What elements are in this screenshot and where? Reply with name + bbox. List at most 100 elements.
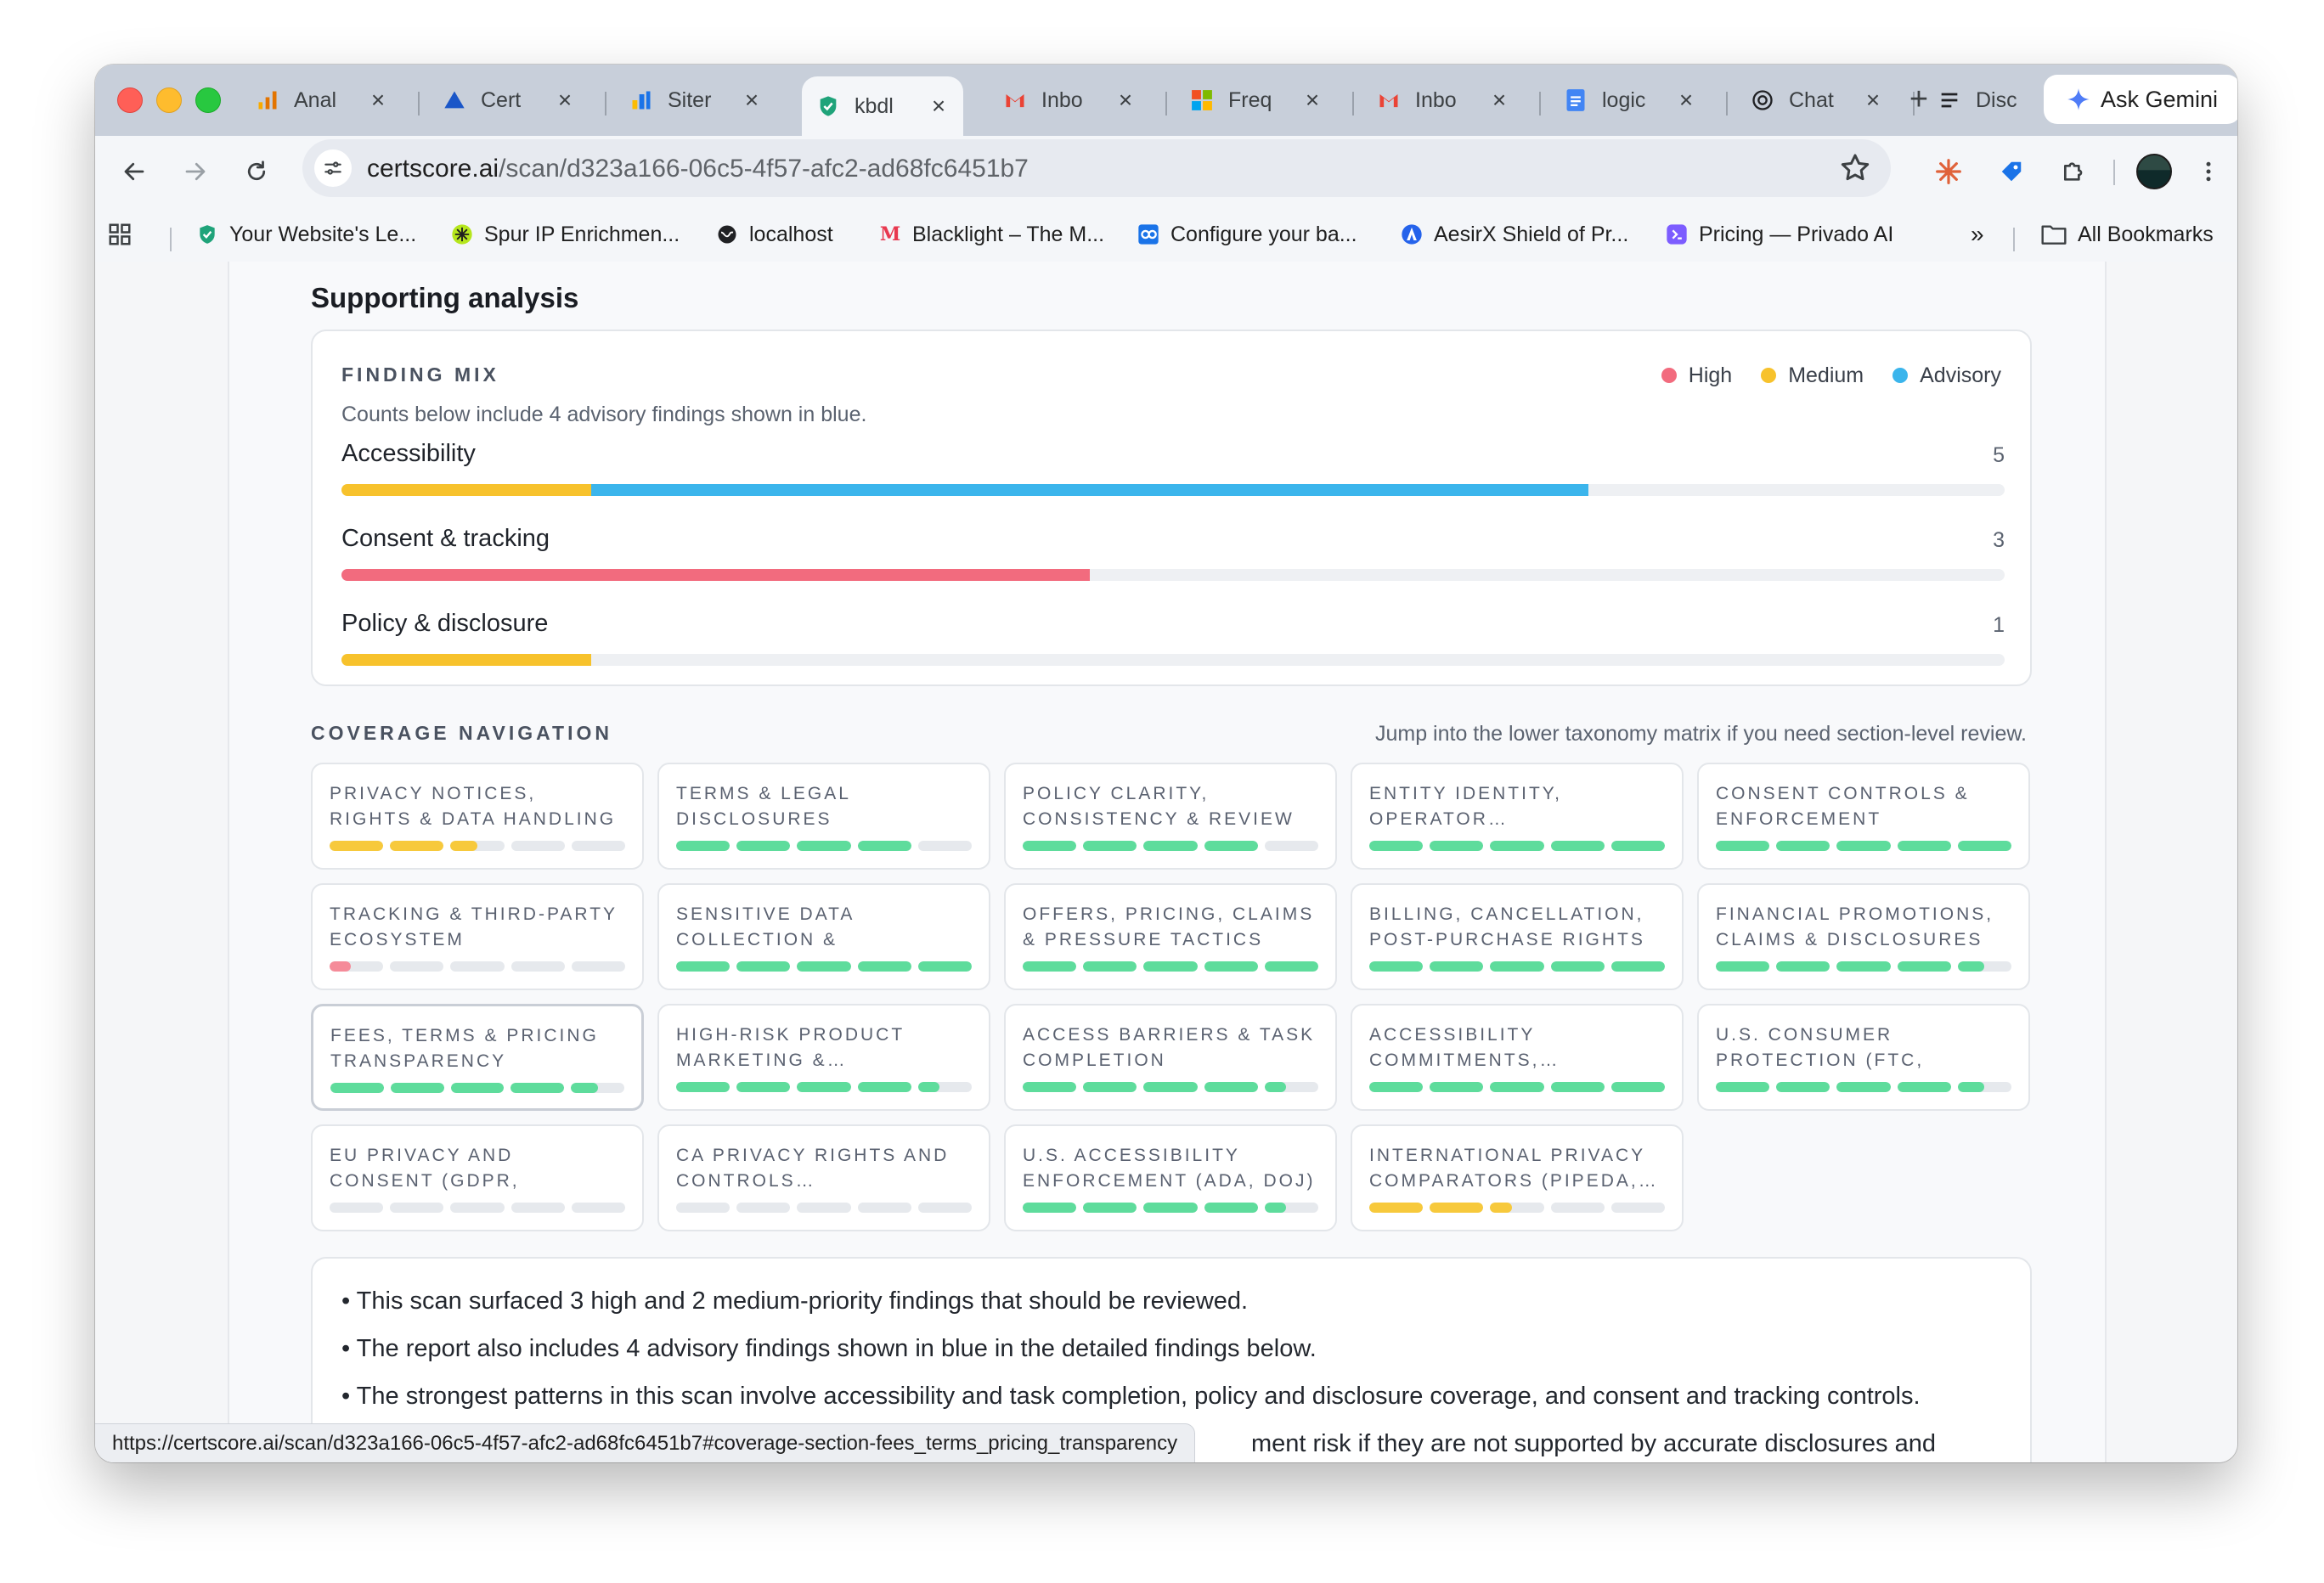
- progress-pip: [1143, 961, 1198, 972]
- bookmark-item[interactable]: Pricing — Privado AI: [1665, 219, 1893, 250]
- back-button[interactable]: [116, 153, 153, 190]
- bar-segment-medium: [341, 654, 591, 666]
- apps-button[interactable]: [107, 219, 133, 250]
- coverage-tile-label: POLICY CLARITY, CONSISTENCY & REVIEW: [1023, 784, 1295, 829]
- close-window-button[interactable]: [117, 87, 143, 113]
- coverage-tile[interactable]: FINANCIAL PROMOTIONS, CLAIMS & DISCLOSUR…: [1697, 883, 2030, 990]
- tab-strip: Anal × Cert × Siter × kbdl × Inbo × Freq × Inbo × logi…: [95, 65, 2237, 136]
- close-icon[interactable]: ×: [741, 88, 763, 112]
- progress-pip-fill: [1430, 841, 1484, 851]
- progress-pip: [1369, 961, 1424, 972]
- ask-gemini-button[interactable]: Ask Gemini: [2044, 75, 2237, 124]
- coverage-tile[interactable]: TERMS & LEGAL DISCLOSURES: [657, 763, 990, 870]
- bookmark-item[interactable]: Your Website's Le...: [195, 219, 416, 250]
- bookmark-label: Configure your ba...: [1170, 222, 1357, 246]
- finding-row-count: 1: [1993, 613, 2005, 637]
- bookmark-label: localhost: [749, 222, 833, 246]
- bookmark-item[interactable]: AesirX Shield of Pr...: [1400, 219, 1628, 250]
- coverage-tile[interactable]: BILLING, CANCELLATION, POST-PURCHASE RIG…: [1351, 883, 1684, 990]
- url-host: certscore.ai: [367, 155, 499, 183]
- new-tab-button[interactable]: +: [1899, 80, 1938, 119]
- close-icon[interactable]: ×: [1301, 88, 1323, 112]
- progress-pip-fill: [1204, 1203, 1258, 1213]
- progress-pip-fill: [1264, 1082, 1287, 1092]
- gmail-icon: [1376, 87, 1402, 113]
- coverage-tile[interactable]: ENTITY IDENTITY, OPERATOR…: [1351, 763, 1684, 870]
- progress-pip: [510, 841, 565, 851]
- bookmark-item[interactable]: Spur IP Enrichmen...: [450, 219, 680, 250]
- tab-7[interactable]: Inbo ×: [1362, 75, 1524, 126]
- progress-pip: [330, 1203, 384, 1213]
- bookmark-item[interactable]: M Blacklight – The M...: [878, 219, 1104, 250]
- progress-pip: [676, 1082, 730, 1092]
- url-text[interactable]: certscore.ai/scan/d323a166-06c5-4f57-afc…: [367, 155, 1029, 183]
- coverage-tile-label: FINANCIAL PROMOTIONS, CLAIMS & DISCLOSUR…: [1716, 904, 1994, 949]
- progress-pip-fill: [1776, 841, 1830, 851]
- coverage-tile[interactable]: ACCESSIBILITY COMMITMENTS,…: [1351, 1004, 1684, 1111]
- address-bar[interactable]: certscore.ai/scan/d323a166-06c5-4f57-afc…: [302, 139, 1891, 197]
- close-icon[interactable]: ×: [1862, 88, 1884, 112]
- coverage-tile[interactable]: U.S. ACCESSIBILITY ENFORCEMENT (ADA, DOJ…: [1004, 1124, 1337, 1231]
- coverage-tile[interactable]: EU PRIVACY AND CONSENT (GDPR, EPRIVACY, …: [311, 1124, 644, 1231]
- close-icon[interactable]: ×: [1675, 88, 1697, 112]
- legend-dot: [1761, 368, 1777, 383]
- zoom-window-button[interactable]: [195, 87, 221, 113]
- site-info-button[interactable]: [314, 149, 352, 187]
- coverage-tile[interactable]: CA PRIVACY RIGHTS AND CONTROLS…: [657, 1124, 990, 1231]
- legend-item-medium: Medium: [1761, 363, 1864, 388]
- coverage-tile[interactable]: INTERNATIONAL PRIVACY COMPARATORS (PIPED…: [1351, 1124, 1684, 1231]
- close-icon[interactable]: ×: [554, 88, 576, 112]
- bookmark-item[interactable]: localhost: [715, 219, 833, 250]
- menu-button[interactable]: [2190, 153, 2227, 190]
- finding-row-bar: [341, 484, 2005, 496]
- coverage-tile[interactable]: OFFERS, PRICING, CLAIMS & PRESSURE TACTI…: [1004, 883, 1337, 990]
- coverage-tile[interactable]: TRACKING & THIRD-PARTY ECOSYSTEM: [311, 883, 644, 990]
- minimize-window-button[interactable]: [156, 87, 182, 113]
- coverage-tile[interactable]: PRIVACY NOTICES, RIGHTS & DATA HANDLING: [311, 763, 644, 870]
- tab-separator: [1539, 92, 1541, 115]
- coverage-tile-progress: [1369, 841, 1666, 851]
- tab-9[interactable]: Chat ×: [1736, 75, 1898, 126]
- progress-pip-fill: [676, 1082, 730, 1092]
- progress-pip: [1957, 1082, 2012, 1092]
- profile-avatar[interactable]: [2135, 153, 2173, 190]
- coverage-tile[interactable]: HIGH-RISK PRODUCT MARKETING &…: [657, 1004, 990, 1111]
- coverage-tile[interactable]: FEES, TERMS & PRICING TRANSPARENCY: [311, 1004, 644, 1111]
- tab-4[interactable]: kbdl ×: [802, 76, 963, 136]
- progress-pip: [857, 1082, 911, 1092]
- forward-button[interactable]: [177, 153, 214, 190]
- bookmark-item[interactable]: Configure your ba...: [1137, 219, 1357, 250]
- close-icon[interactable]: ×: [1488, 88, 1510, 112]
- coverage-tile-label: HIGH-RISK PRODUCT MARKETING &…: [676, 1025, 905, 1070]
- tab-8[interactable]: logic ×: [1549, 75, 1711, 126]
- progress-pip: [510, 1083, 565, 1093]
- progress-pip: [1610, 1203, 1666, 1213]
- tab-2[interactable]: Cert ×: [428, 75, 589, 126]
- coverage-tile[interactable]: ACCESS BARRIERS & TASK COMPLETION: [1004, 1004, 1337, 1111]
- extensions-button[interactable]: [2056, 153, 2093, 190]
- kebab-menu-icon: [2206, 161, 2211, 182]
- tab-6[interactable]: Freq ×: [1176, 75, 1337, 126]
- progress-pip-fill: [1143, 961, 1198, 972]
- tab-1[interactable]: Anal ×: [241, 75, 403, 126]
- claude-extension-button[interactable]: [1930, 153, 1967, 190]
- tab-separator: [418, 92, 420, 115]
- reload-button[interactable]: [238, 153, 275, 190]
- close-icon[interactable]: ×: [928, 94, 950, 118]
- tab-5[interactable]: Inbo ×: [989, 75, 1150, 126]
- close-icon[interactable]: ×: [367, 88, 389, 112]
- progress-pip: [1610, 961, 1666, 972]
- tab-3[interactable]: Siter ×: [615, 75, 776, 126]
- progress-pip: [676, 1203, 730, 1213]
- progress-pip: [1490, 1203, 1544, 1213]
- more-bookmarks-button[interactable]: »: [1971, 219, 1984, 250]
- coverage-tile[interactable]: CONSENT CONTROLS & ENFORCEMENT: [1697, 763, 2030, 870]
- coverage-tile[interactable]: POLICY CLARITY, CONSISTENCY & REVIEW: [1004, 763, 1337, 870]
- coverage-tile-label: TERMS & LEGAL DISCLOSURES: [676, 784, 851, 829]
- tag-extension-button[interactable]: [1993, 153, 2030, 190]
- bookmark-star-icon[interactable]: [1838, 151, 1872, 185]
- coverage-tile[interactable]: SENSITIVE DATA COLLECTION & HANDLING…: [657, 883, 990, 990]
- coverage-tile[interactable]: U.S. CONSUMER PROTECTION (FTC, COPPA): [1697, 1004, 2030, 1111]
- close-icon[interactable]: ×: [1114, 88, 1137, 112]
- all-bookmarks-button[interactable]: All Bookmarks: [2040, 219, 2214, 250]
